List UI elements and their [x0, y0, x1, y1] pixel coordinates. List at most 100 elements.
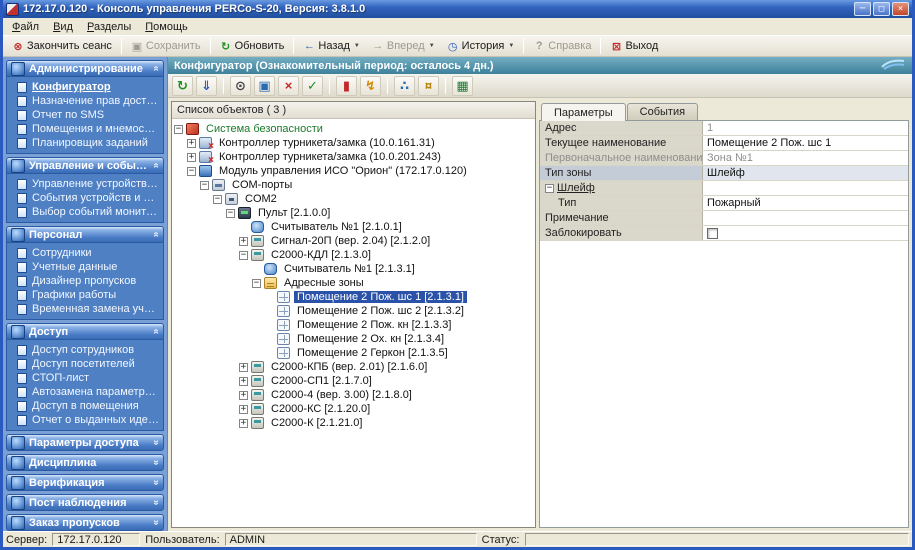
tree-node[interactable]: −Пульт [2.1.0.0] — [174, 206, 533, 220]
sidebar-item-auto-replace[interactable]: Автозамена параметров до... — [7, 385, 163, 399]
confirm-button[interactable]: ✓ — [302, 76, 323, 96]
tree-node[interactable]: +С2000-К [2.1.21.0] — [174, 416, 533, 430]
refresh-button[interactable]: ↻Обновить — [214, 37, 291, 56]
end-session-button[interactable]: ⊗Закончить сеанс — [6, 37, 118, 56]
tree-expander-collapsed-icon[interactable]: + — [187, 153, 196, 162]
tree-node[interactable]: Помещение 2 Пож. шс 2 [2.1.3.2] — [174, 304, 533, 318]
tree-expander-expanded-icon[interactable]: − — [187, 167, 196, 176]
tab-events[interactable]: События — [627, 103, 698, 120]
sidebar-header-management-events[interactable]: Управление и события» — [6, 157, 164, 174]
property-value[interactable]: Помещение 2 Пож. шс 1 — [703, 136, 908, 150]
maximize-button[interactable]: □ — [873, 2, 890, 16]
tree-node[interactable]: +Контроллер турникета/замка (10.0.201.24… — [174, 150, 533, 164]
export-excel-button[interactable]: ▦ — [452, 76, 473, 96]
tree-expander-expanded-icon[interactable]: − — [226, 209, 235, 218]
tree-node[interactable]: +Контроллер турникета/замка (10.0.161.31… — [174, 136, 533, 150]
tree-node[interactable]: Помещение 2 Пож. кн [2.1.3.3] — [174, 318, 533, 332]
sidebar-header-badge-order[interactable]: Заказ пропусков» — [6, 514, 164, 531]
tree-expander-expanded-icon[interactable]: − — [200, 181, 209, 190]
sidebar-header-verification[interactable]: Верификация» — [6, 474, 164, 491]
refresh-config-button[interactable]: ↻ — [172, 76, 193, 96]
tree-node[interactable]: Считыватель №1 [2.1.0.1] — [174, 220, 533, 234]
tree-expander-collapsed-icon[interactable]: + — [239, 391, 248, 400]
property-value[interactable]: Зона №1 — [703, 151, 908, 165]
sidebar-header-administration[interactable]: Администрирование» — [6, 60, 164, 77]
search-devices-button[interactable]: ⊙ — [230, 76, 251, 96]
tree-node[interactable]: +С2000-4 (вер. 3.00) [2.1.8.0] — [174, 388, 533, 402]
tree-expander-collapsed-icon[interactable]: + — [239, 237, 248, 246]
tree-node[interactable]: −Модуль управления ИСО "Орион" (172.17.0… — [174, 164, 533, 178]
tree-node[interactable]: +С2000-КПБ (вер. 2.01) [2.1.6.0] — [174, 360, 533, 374]
property-value[interactable]: Пожарный — [703, 196, 908, 210]
sidebar-item-work-schedules[interactable]: Графики работы — [7, 288, 163, 302]
tree-expander-expanded-icon[interactable]: − — [252, 279, 261, 288]
tree-expander-collapsed-icon[interactable]: + — [187, 139, 196, 148]
group-collapse-icon[interactable]: − — [545, 184, 554, 193]
sidebar-item-device-events[interactable]: События устройств и дейст... — [7, 191, 163, 205]
alarm-button[interactable]: ↯ — [360, 76, 381, 96]
tree-expander-expanded-icon[interactable]: − — [213, 195, 222, 204]
device-monitor-button[interactable]: ▣ — [254, 76, 275, 96]
tree-expander-expanded-icon[interactable]: − — [239, 251, 248, 260]
reader-icon — [264, 263, 277, 275]
menu-view[interactable]: Вид — [46, 19, 80, 35]
sidebar-item-configurator[interactable]: Конфигуратор — [7, 80, 163, 94]
back-button[interactable]: ←Назад▼ — [297, 37, 365, 55]
sidebar-item-visitor-access[interactable]: Доступ посетителей — [7, 357, 163, 371]
sidebar-item-access-rights[interactable]: Назначение прав доступа о... — [7, 94, 163, 108]
sidebar-item-badge-designer[interactable]: Дизайнер пропусков — [7, 274, 163, 288]
network-button[interactable]: ∴ — [394, 76, 415, 96]
sidebar-item-id-report[interactable]: Отчет о выданных идентиф... — [7, 413, 163, 427]
sidebar-item-sms-report[interactable]: Отчет по SMS — [7, 108, 163, 122]
checkbox-unchecked[interactable] — [707, 228, 718, 239]
sidebar-header-observation-post[interactable]: Пост наблюдения» — [6, 494, 164, 511]
transmit-params-button[interactable]: ⇓ — [196, 76, 217, 96]
tree-expander-collapsed-icon[interactable]: + — [239, 377, 248, 386]
sidebar-item-premises-mnemo[interactable]: Помещения и мнемосхема — [7, 122, 163, 136]
exit-button[interactable]: ⊠Выход — [604, 37, 664, 56]
tree-expander-collapsed-icon[interactable]: + — [239, 405, 248, 414]
tab-parameters[interactable]: Параметры — [541, 103, 626, 121]
sidebar-item-task-scheduler[interactable]: Планировщик заданий — [7, 136, 163, 150]
tree-expander-collapsed-icon[interactable]: + — [239, 419, 248, 428]
close-button[interactable]: × — [892, 2, 909, 16]
sidebar-item-account-data[interactable]: Учетные данные — [7, 260, 163, 274]
sidebar-header-discipline[interactable]: Дисциплина» — [6, 454, 164, 471]
tree-node[interactable]: −С2000-КДЛ [2.1.3.0] — [174, 248, 533, 262]
tree-node[interactable]: −Система безопасности — [174, 122, 533, 136]
menu-help[interactable]: Помощь — [138, 19, 195, 35]
property-value[interactable]: 1 — [703, 121, 908, 135]
tree-node[interactable]: Помещение 2 Пож. шс 1 [2.1.3.1] — [174, 290, 533, 304]
tree-node[interactable]: +Сигнал-20П (вер. 2.04) [2.1.2.0] — [174, 234, 533, 248]
tree-expander-collapsed-icon[interactable]: + — [239, 363, 248, 372]
tree-node[interactable]: Помещение 2 Геркон [2.1.3.5] — [174, 346, 533, 360]
menu-sections[interactable]: Разделы — [80, 19, 138, 35]
property-value[interactable] — [703, 226, 908, 240]
sidebar-item-monitoring-events[interactable]: Выбор событий мониторинга — [7, 205, 163, 219]
temperature-button[interactable]: ▮ — [336, 76, 357, 96]
sidebar-item-employees[interactable]: Сотрудники — [7, 246, 163, 260]
sidebar-header-access[interactable]: Доступ» — [6, 323, 164, 340]
property-value[interactable] — [703, 211, 908, 225]
sidebar-item-room-access[interactable]: Доступ в помещения — [7, 399, 163, 413]
minimize-button[interactable]: ─ — [854, 2, 871, 16]
tree-node[interactable]: −COM-порты — [174, 178, 533, 192]
sidebar-item-stop-list[interactable]: СТОП-лист — [7, 371, 163, 385]
menu-file[interactable]: Файл — [5, 19, 46, 35]
sidebar-header-personnel[interactable]: Персонал» — [6, 226, 164, 243]
tree-node[interactable]: Помещение 2 Ох. кн [2.1.3.4] — [174, 332, 533, 346]
tree-node[interactable]: −Адресные зоны — [174, 276, 533, 290]
property-value[interactable]: Шлейф — [703, 166, 908, 180]
sidebar-item-device-management[interactable]: Управление устройствами ... — [7, 177, 163, 191]
tree-node[interactable]: +С2000-СП1 [2.1.7.0] — [174, 374, 533, 388]
tree-node[interactable]: −COM2 — [174, 192, 533, 206]
sidebar-item-employee-access[interactable]: Доступ сотрудников — [7, 343, 163, 357]
tree-node[interactable]: Считыватель №1 [2.1.3.1] — [174, 262, 533, 276]
tree-node[interactable]: +С2000-КС [2.1.20.0] — [174, 402, 533, 416]
sidebar-header-access-params[interactable]: Параметры доступа» — [6, 434, 164, 451]
license-key-button[interactable]: ¤ — [418, 76, 439, 96]
history-button[interactable]: ◷История▼ — [441, 37, 521, 56]
tree-expander-expanded-icon[interactable]: − — [174, 125, 183, 134]
delete-button[interactable]: × — [278, 76, 299, 96]
sidebar-item-temp-replacement[interactable]: Временная замена учетных ... — [7, 302, 163, 316]
